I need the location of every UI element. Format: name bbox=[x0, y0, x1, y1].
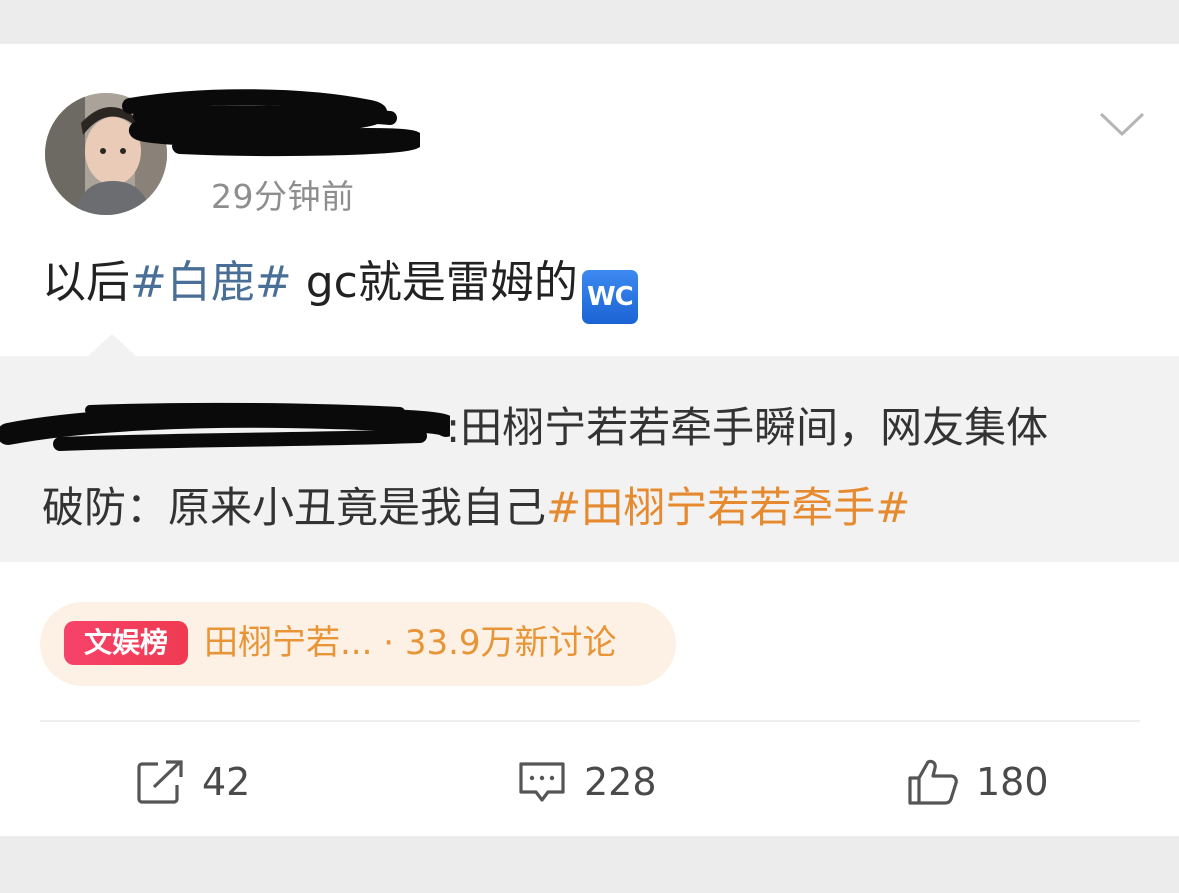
post-timestamp: 29分钟前 bbox=[211, 177, 355, 216]
trend-badge: 文娱榜 bbox=[64, 621, 188, 665]
repost-count: 42 bbox=[202, 760, 251, 804]
post-text-before: 以后 bbox=[42, 257, 130, 308]
thumbs-up-icon bbox=[908, 759, 958, 805]
wc-emoji-icon: WC bbox=[581, 270, 638, 324]
trend-text: 田栩宁若... · 33.9万新讨论 bbox=[204, 623, 617, 663]
hashtag-link[interactable]: #白鹿# bbox=[130, 257, 292, 308]
action-divider bbox=[40, 720, 1140, 722]
like-button[interactable]: 180 bbox=[906, 754, 1049, 810]
comment-icon bbox=[519, 762, 565, 802]
redacted-username bbox=[122, 89, 420, 156]
post-text-after: gc就是雷姆的 bbox=[291, 257, 578, 308]
bottom-separator bbox=[0, 836, 1179, 893]
post-card[interactable]: 29分钟前 以后#白鹿# gc就是雷姆的 WC :田栩宁若若牵手瞬间，网友集体 破… bbox=[0, 44, 1179, 836]
trend-topic-pill[interactable]: 文娱榜 田栩宁若... · 33.9万新讨论 bbox=[40, 602, 676, 686]
repost-text-line2-body: 破防：原来小丑竟是我自己 bbox=[42, 483, 547, 532]
chevron-down-icon[interactable] bbox=[1098, 110, 1146, 138]
repost-text-line2: 破防：原来小丑竟是我自己#田栩宁若若牵手# bbox=[42, 480, 910, 536]
weibo-post-screen: 29分钟前 以后#白鹿# gc就是雷姆的 WC :田栩宁若若牵手瞬间，网友集体 破… bbox=[0, 0, 1179, 893]
repost-hashtag-link[interactable]: #田栩宁若若牵手# bbox=[546, 483, 910, 532]
top-separator bbox=[0, 0, 1179, 44]
like-count: 180 bbox=[976, 760, 1049, 804]
comment-button[interactable]: 228 bbox=[516, 754, 657, 810]
repost-button[interactable]: 42 bbox=[136, 754, 250, 810]
comment-count: 228 bbox=[584, 760, 657, 804]
repost-notch bbox=[88, 334, 136, 356]
repost-text-line1: :田栩宁若若牵手瞬间，网友集体 bbox=[446, 403, 1049, 452]
redacted-repost-handle bbox=[0, 402, 450, 451]
post-text: 以后#白鹿# gc就是雷姆的 WC bbox=[42, 254, 638, 324]
repost-box[interactable]: :田栩宁若若牵手瞬间，网友集体 破防：原来小丑竟是我自己#田栩宁若若牵手# bbox=[0, 356, 1179, 562]
share-icon bbox=[137, 760, 183, 804]
